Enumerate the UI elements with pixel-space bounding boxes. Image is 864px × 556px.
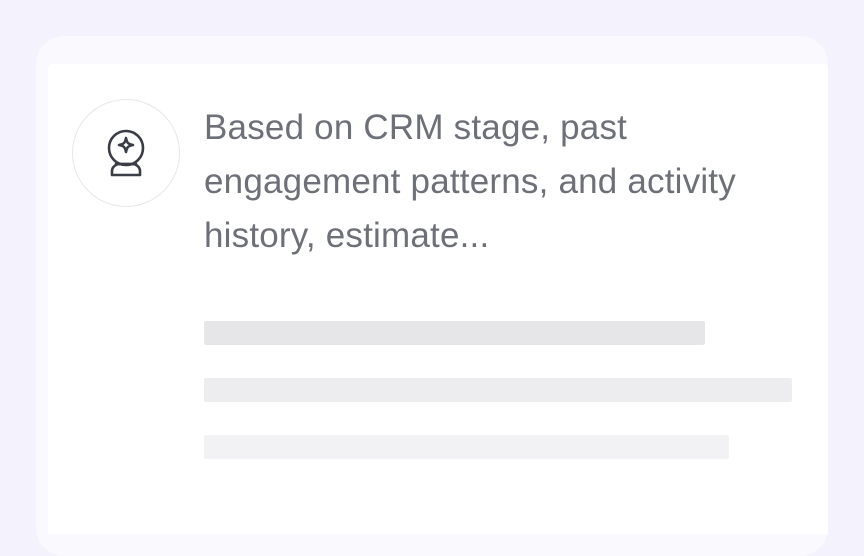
loading-skeleton-line: [204, 378, 792, 402]
loading-skeleton-line: [204, 321, 705, 345]
assistant-avatar: [72, 99, 180, 207]
assistant-prompt-text: Based on CRM stage, past engagement patt…: [204, 108, 736, 255]
crystal-ball-icon: [96, 123, 156, 183]
loading-skeleton-line: [204, 435, 729, 459]
